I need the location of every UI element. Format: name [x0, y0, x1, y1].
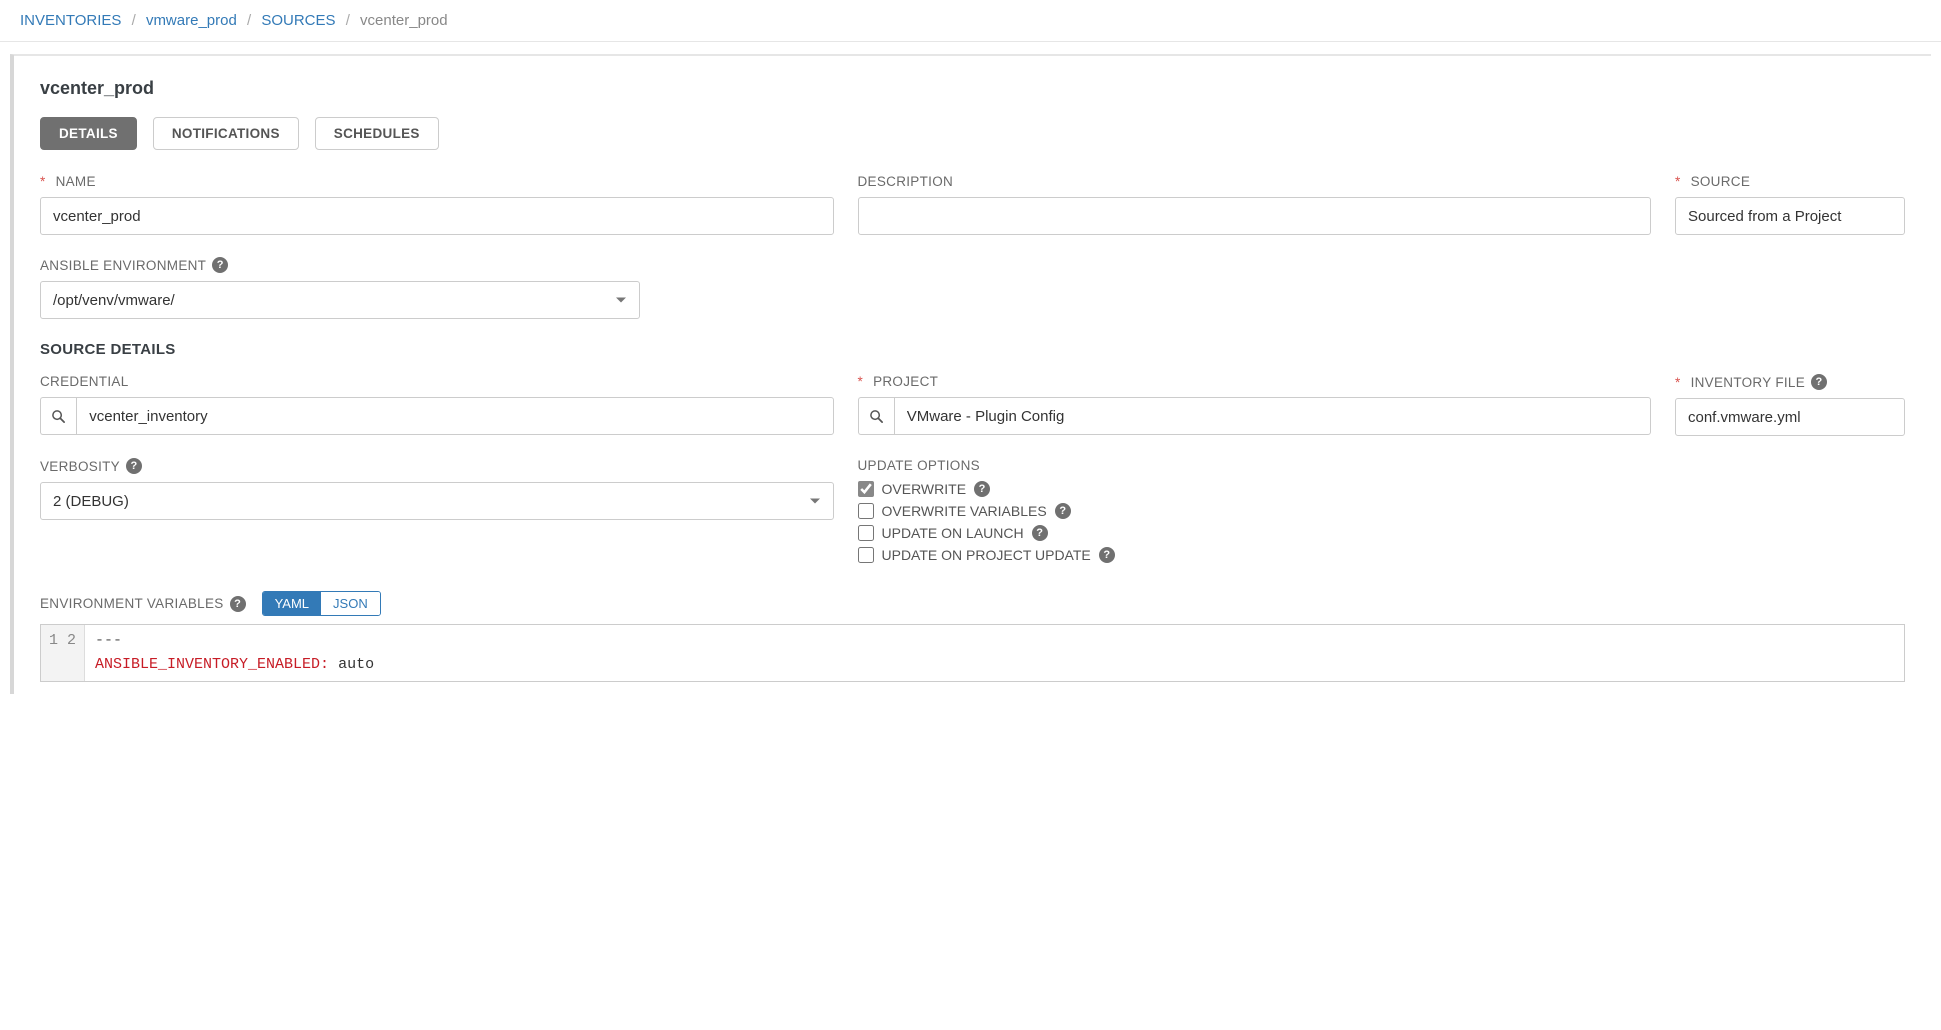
main-content: vcenter_prod DETAILS NOTIFICATIONS SCHED…: [10, 54, 1931, 694]
source-select[interactable]: [1675, 197, 1905, 235]
help-icon[interactable]: ?: [1055, 503, 1071, 519]
breadcrumb-separator: /: [247, 12, 251, 29]
help-icon[interactable]: ?: [230, 596, 246, 612]
credential-label: CREDENTIAL: [40, 374, 834, 389]
update-project-label: UPDATE ON PROJECT UPDATE: [882, 547, 1091, 563]
project-label: *PROJECT: [858, 374, 1652, 389]
tab-notifications[interactable]: NOTIFICATIONS: [153, 117, 299, 150]
breadcrumb-inventories[interactable]: INVENTORIES: [20, 12, 121, 29]
verbosity-label: VERBOSITY ?: [40, 458, 834, 474]
tab-bar: DETAILS NOTIFICATIONS SCHEDULES: [40, 117, 1905, 150]
breadcrumb: INVENTORIES / vmware_prod / SOURCES / vc…: [0, 0, 1941, 42]
help-icon[interactable]: ?: [212, 257, 228, 273]
panel: vcenter_prod DETAILS NOTIFICATIONS SCHED…: [14, 55, 1931, 694]
format-toggle: YAML JSON: [262, 591, 381, 616]
overwrite-vars-checkbox[interactable]: [858, 503, 874, 519]
breadcrumb-sources[interactable]: SOURCES: [261, 12, 335, 29]
inventory-file-label: *INVENTORY FILE ?: [1675, 374, 1905, 390]
overwrite-label: OVERWRITE: [882, 481, 967, 497]
breadcrumb-inventory[interactable]: vmware_prod: [146, 12, 237, 29]
env-vars-label: ENVIRONMENT VARIABLES ?: [40, 596, 246, 612]
help-icon[interactable]: ?: [1099, 547, 1115, 563]
tab-details[interactable]: DETAILS: [40, 117, 137, 150]
line-gutter: 1 2: [41, 625, 85, 681]
ansible-env-label: ANSIBLE ENVIRONMENT ?: [40, 257, 640, 273]
breadcrumb-separator: /: [346, 12, 350, 29]
inventory-file-input[interactable]: [1675, 398, 1905, 436]
code-content: --- ANSIBLE_INVENTORY_ENABLED: auto: [85, 625, 1904, 681]
update-launch-label: UPDATE ON LAUNCH: [882, 525, 1024, 541]
overwrite-checkbox[interactable]: [858, 481, 874, 497]
toggle-yaml[interactable]: YAML: [263, 592, 321, 615]
source-label: *SOURCE: [1675, 174, 1905, 189]
credential-lookup-button[interactable]: [40, 397, 76, 435]
ansible-env-select[interactable]: [40, 281, 640, 319]
overwrite-vars-label: OVERWRITE VARIABLES: [882, 503, 1047, 519]
search-icon: [869, 409, 884, 424]
description-label: DESCRIPTION: [858, 174, 1652, 189]
env-vars-editor[interactable]: 1 2 --- ANSIBLE_INVENTORY_ENABLED: auto: [40, 624, 1905, 682]
page-title: vcenter_prod: [40, 78, 1905, 99]
source-details-heading: SOURCE DETAILS: [40, 341, 1905, 358]
description-input[interactable]: [858, 197, 1652, 235]
name-label: *NAME: [40, 174, 834, 189]
project-lookup-button[interactable]: [858, 397, 894, 435]
update-project-checkbox[interactable]: [858, 547, 874, 563]
tab-schedules[interactable]: SCHEDULES: [315, 117, 439, 150]
update-launch-checkbox[interactable]: [858, 525, 874, 541]
name-input[interactable]: [40, 197, 834, 235]
update-options-label: UPDATE OPTIONS: [858, 458, 1652, 473]
verbosity-select[interactable]: [40, 482, 834, 520]
help-icon[interactable]: ?: [126, 458, 142, 474]
breadcrumb-separator: /: [132, 12, 136, 29]
credential-input[interactable]: [76, 397, 833, 435]
help-icon[interactable]: ?: [1811, 374, 1827, 390]
breadcrumb-current: vcenter_prod: [360, 12, 448, 29]
search-icon: [51, 409, 66, 424]
toggle-json[interactable]: JSON: [321, 592, 380, 615]
help-icon[interactable]: ?: [974, 481, 990, 497]
project-input[interactable]: [894, 397, 1651, 435]
help-icon[interactable]: ?: [1032, 525, 1048, 541]
